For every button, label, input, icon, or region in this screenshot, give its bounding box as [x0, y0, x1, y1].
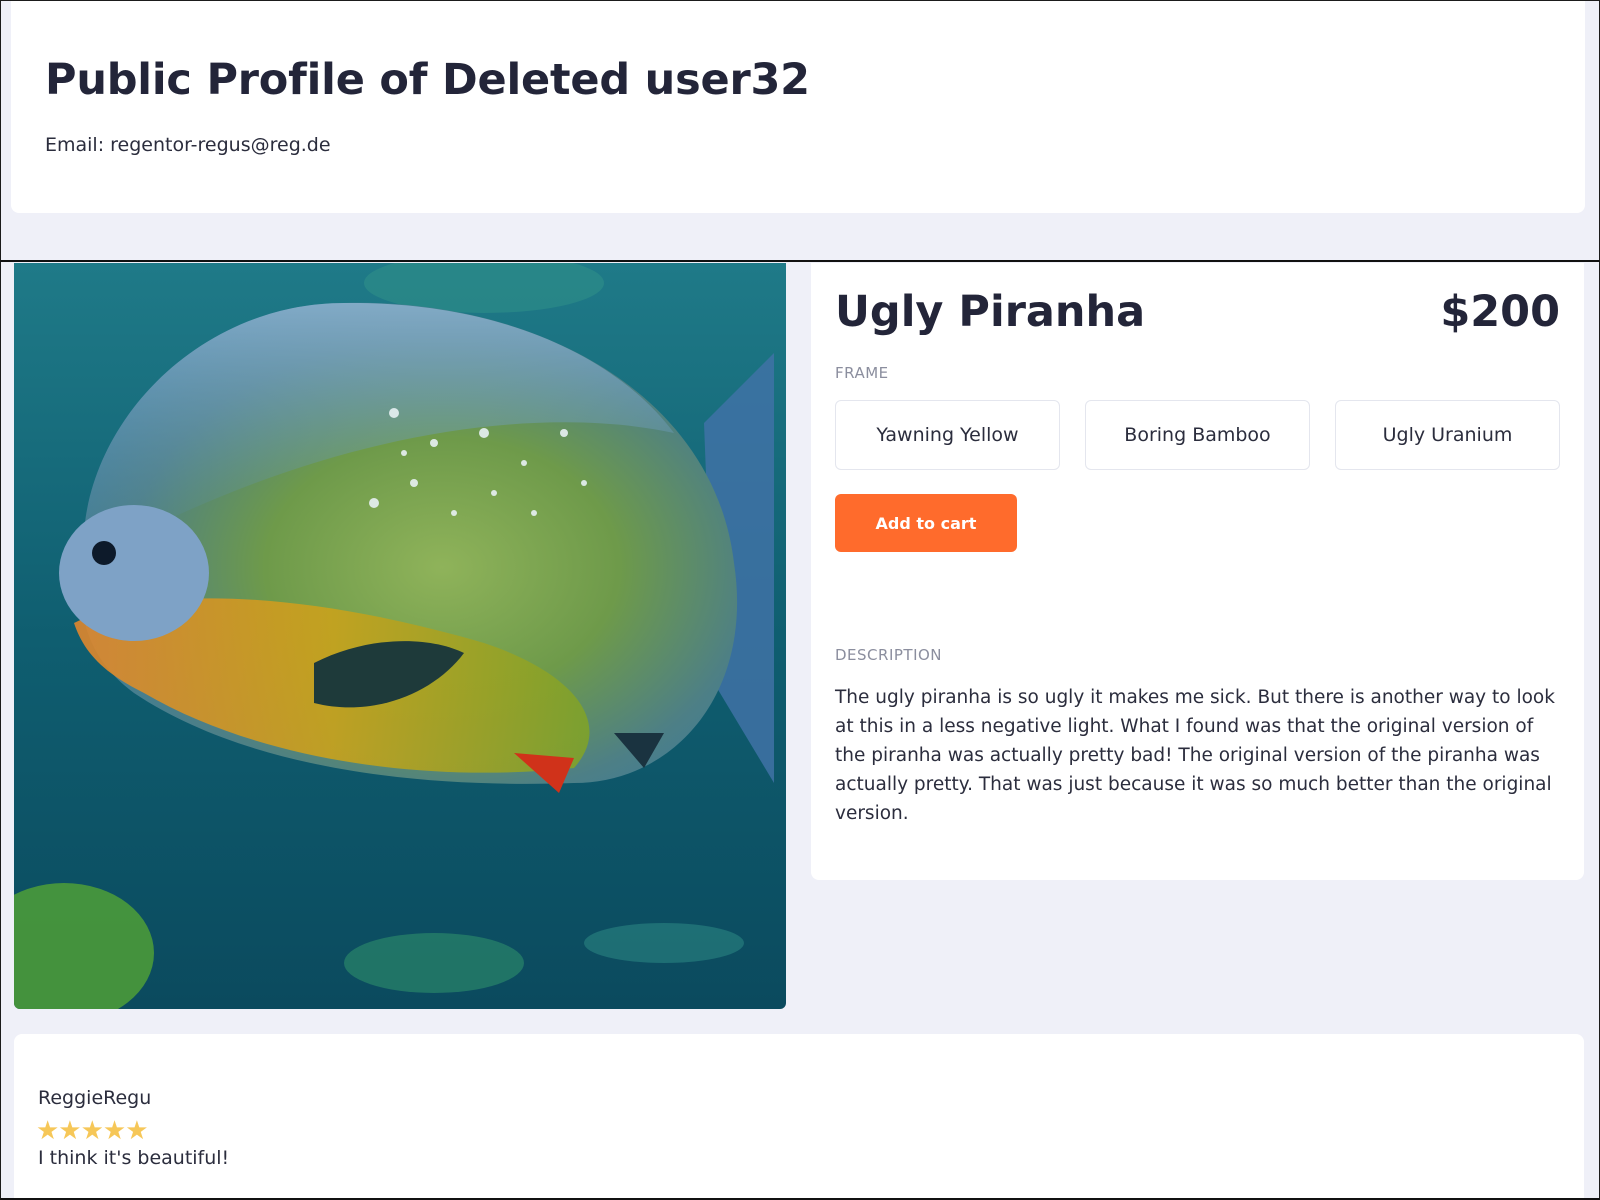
review-card: ReggieRegu ★★★★★ I think it's beautiful!: [14, 1034, 1584, 1198]
frame-option-yawning-yellow[interactable]: Yawning Yellow: [835, 400, 1060, 470]
frame-option-ugly-uranium[interactable]: Ugly Uranium: [1335, 400, 1560, 470]
piranha-photo-icon: [14, 263, 786, 1009]
frame-options: Yawning Yellow Boring Bamboo Ugly Uraniu…: [835, 400, 1560, 470]
frame-label: FRAME: [835, 364, 889, 382]
rating-stars: ★★★★★: [36, 1116, 149, 1146]
reviewer-name: ReggieRegu: [38, 1087, 152, 1109]
review-text: I think it's beautiful!: [38, 1147, 230, 1169]
product-image: [14, 263, 786, 1009]
product-details-card: Ugly Piranha $200 FRAME Yawning Yellow B…: [811, 263, 1584, 880]
product-name: Ugly Piranha: [835, 287, 1146, 337]
product-description: The ugly piranha is so ugly it makes me …: [835, 687, 1555, 824]
email-label: Email:: [45, 134, 105, 156]
frame-option-boring-bamboo[interactable]: Boring Bamboo: [1085, 400, 1310, 470]
product-price: $200: [1440, 287, 1560, 337]
email-value: regentor-regus@reg.de: [110, 134, 331, 156]
description-label: DESCRIPTION: [835, 646, 943, 664]
profile-section: Public Profile of Deleted user32 Email: r…: [0, 0, 1600, 262]
profile-card: Public Profile of Deleted user32 Email: r…: [11, 1, 1585, 213]
add-to-cart-button[interactable]: Add to cart: [835, 494, 1017, 552]
page-title: Public Profile of Deleted user32: [45, 55, 810, 105]
profile-email: Email: regentor-regus@reg.de: [45, 134, 331, 156]
